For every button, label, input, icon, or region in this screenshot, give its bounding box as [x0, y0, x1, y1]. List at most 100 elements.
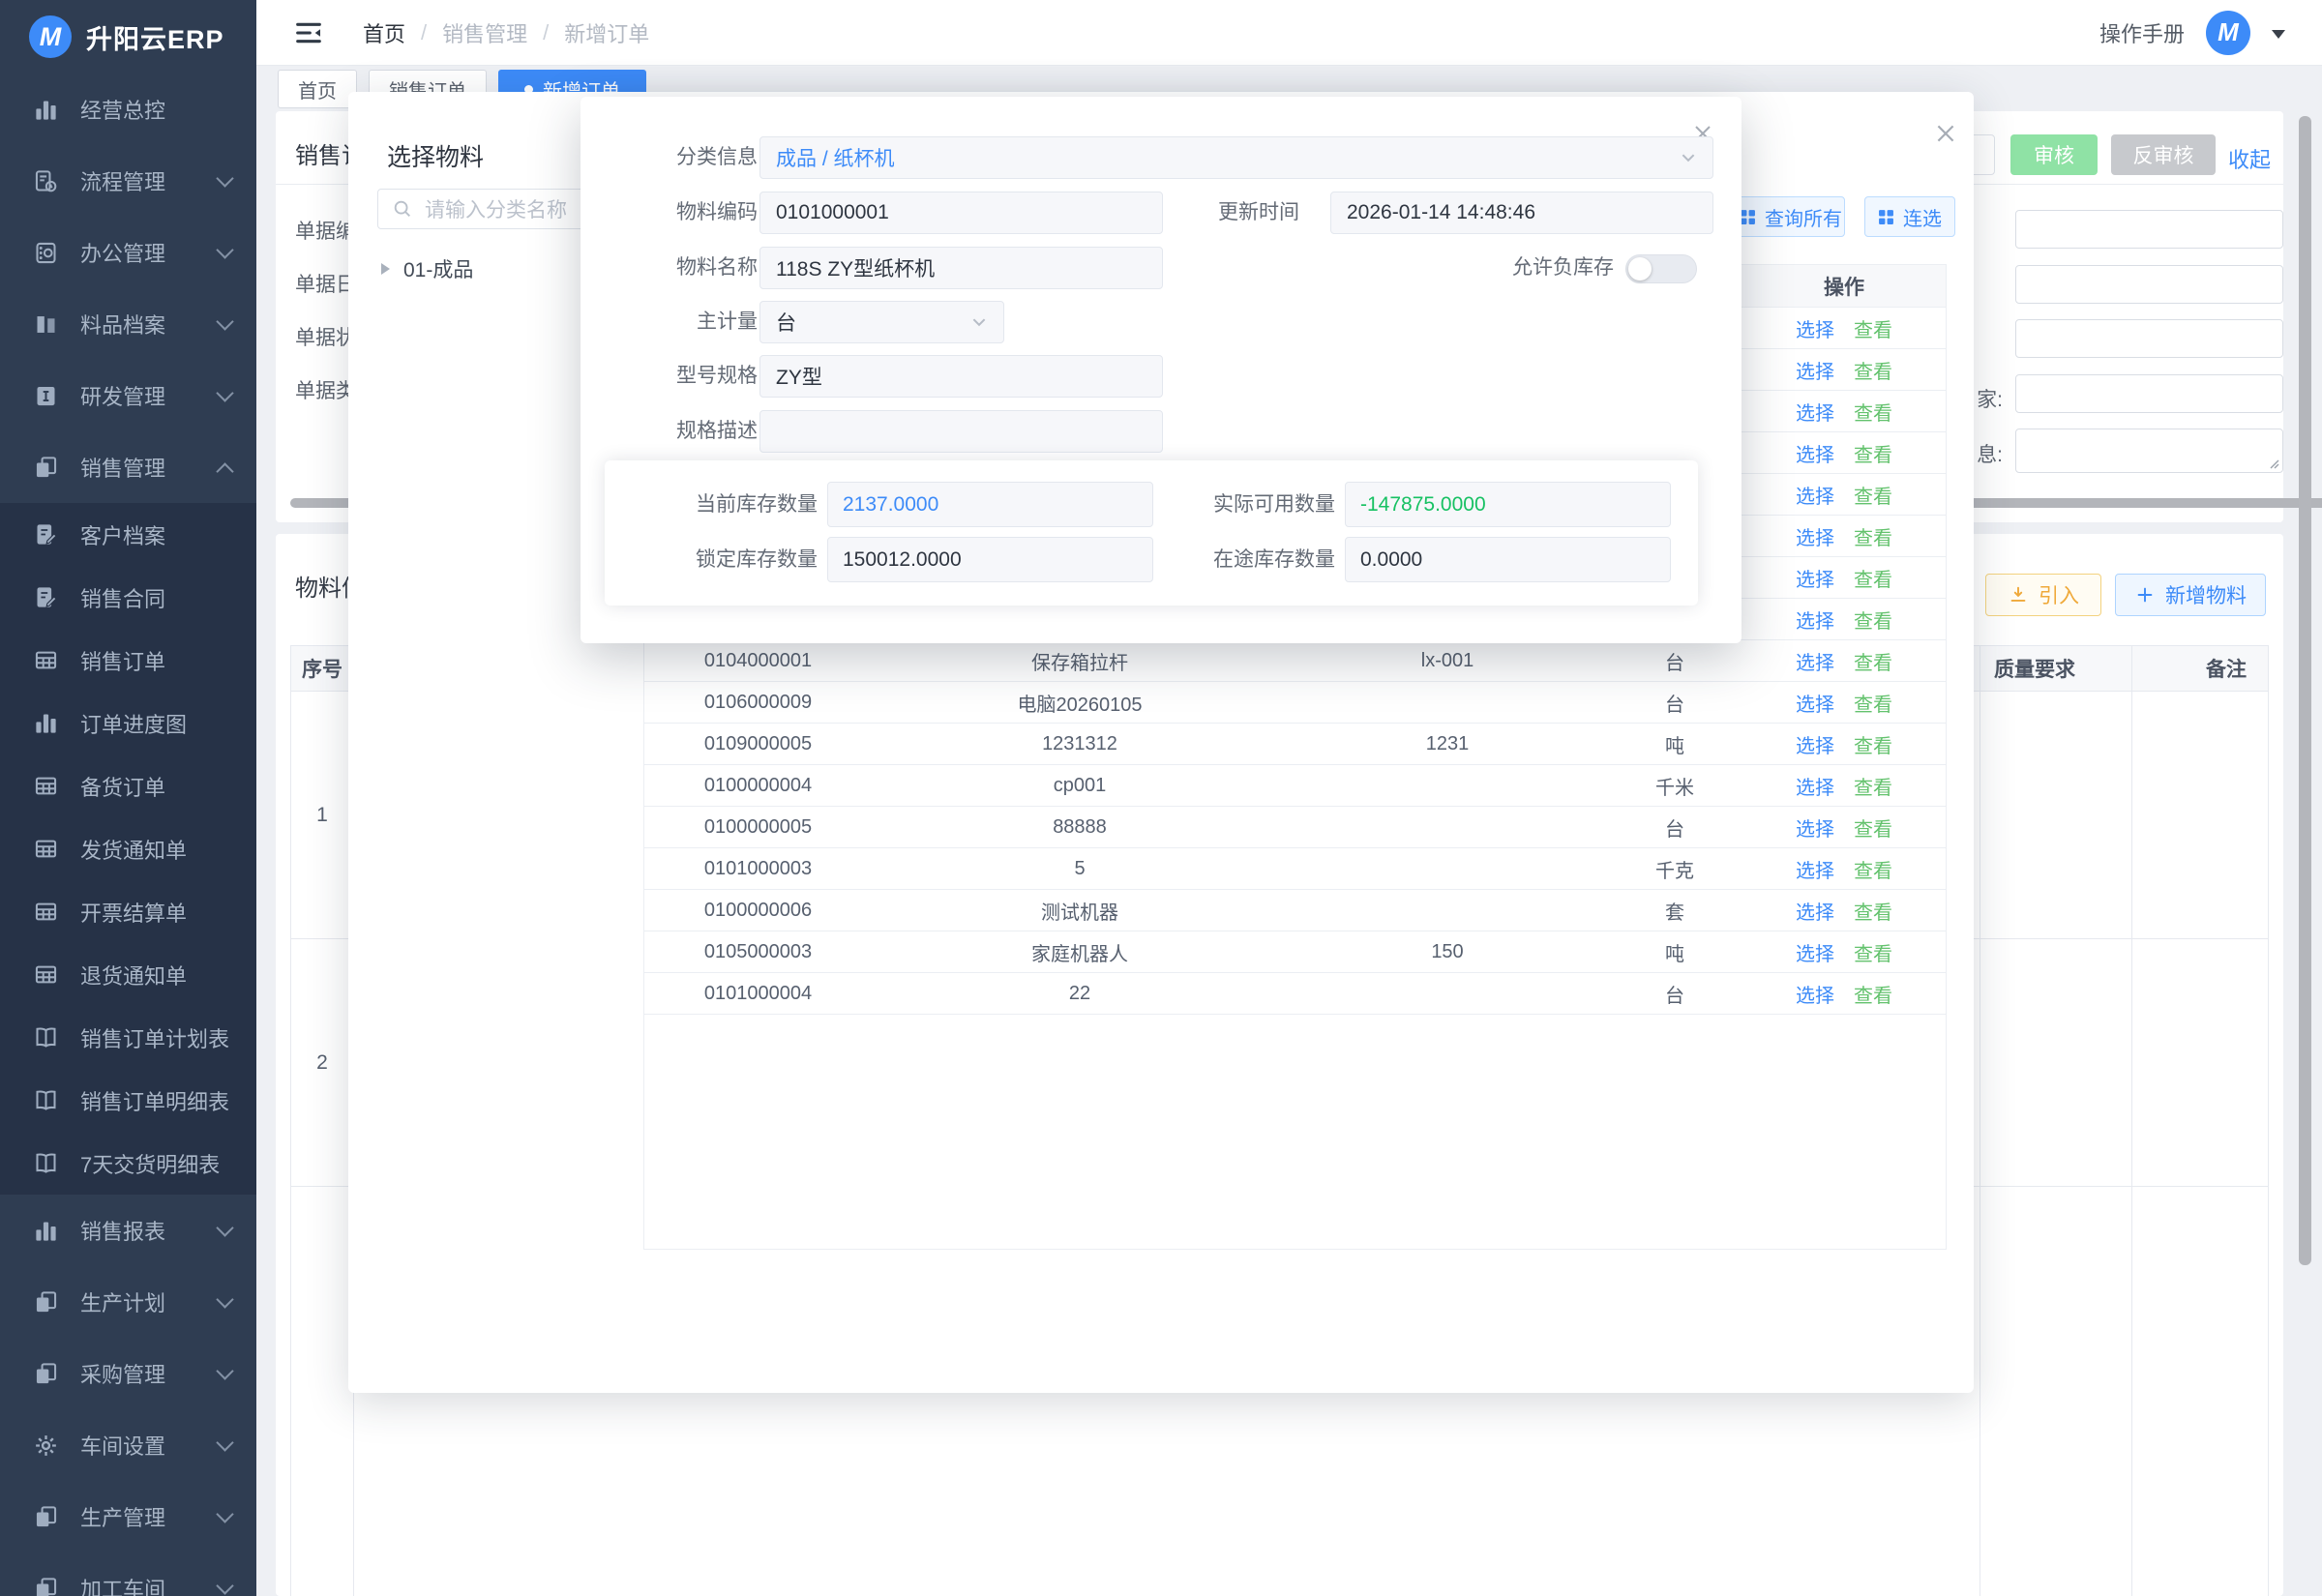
- multi-select-button[interactable]: 连选: [1864, 196, 1955, 237]
- view-link[interactable]: 查看: [1854, 439, 1892, 467]
- unit-select[interactable]: 台: [759, 301, 1004, 343]
- tab-home[interactable]: 首页: [278, 70, 357, 108]
- view-link[interactable]: 查看: [1854, 481, 1892, 509]
- query-all-button[interactable]: 查询所有: [1737, 196, 1845, 237]
- sidebar-item[interactable]: 经营总控: [0, 74, 256, 145]
- sidebar-item[interactable]: 销售报表: [0, 1195, 256, 1266]
- action-cell: 选择 查看: [1742, 640, 1946, 681]
- add-material-label: 新增物料: [2165, 580, 2247, 609]
- view-link[interactable]: 查看: [1854, 398, 1892, 426]
- sidebar-subitem[interactable]: 发货通知单: [0, 817, 256, 880]
- select-link[interactable]: 选择: [1796, 398, 1834, 426]
- locked-stock-input[interactable]: 150012.0000: [827, 537, 1153, 582]
- sidebar-subitem[interactable]: 7天交货明细表: [0, 1132, 256, 1195]
- tree-node-finished-goods[interactable]: 01-成品: [381, 254, 473, 283]
- view-link[interactable]: 查看: [1854, 314, 1892, 342]
- sidebar-item[interactable]: 料品档案: [0, 288, 256, 360]
- view-link[interactable]: 查看: [1854, 606, 1892, 634]
- code-cell: 0100000005: [644, 807, 872, 847]
- transit-stock-input[interactable]: 0.0000: [1345, 537, 1671, 582]
- view-link[interactable]: 查看: [1854, 772, 1892, 800]
- sidebar-subitem[interactable]: 销售订单: [0, 629, 256, 692]
- negative-stock-toggle[interactable]: [1625, 254, 1697, 283]
- sidebar-item[interactable]: 研发管理: [0, 360, 256, 431]
- view-link[interactable]: 查看: [1854, 897, 1892, 925]
- sidebar-subitem[interactable]: 退货通知单: [0, 943, 256, 1006]
- sidebar-item[interactable]: 生产计划: [0, 1266, 256, 1338]
- collapse-link[interactable]: 收起: [2228, 143, 2271, 174]
- current-stock-input[interactable]: 2137.0000: [827, 482, 1153, 527]
- logo-m-icon: M: [29, 15, 72, 58]
- select-link[interactable]: 选择: [1796, 564, 1834, 592]
- order-textarea-info[interactable]: [2015, 429, 2283, 473]
- resize-grip-icon[interactable]: [2266, 456, 2279, 469]
- sidebar-subitem[interactable]: 客户档案: [0, 503, 256, 566]
- view-link[interactable]: 查看: [1854, 564, 1892, 592]
- sidebar-subitem[interactable]: 销售合同: [0, 566, 256, 629]
- view-link[interactable]: 查看: [1854, 855, 1892, 883]
- sidebar-item[interactable]: 销售管理: [0, 431, 256, 503]
- select-link[interactable]: 选择: [1796, 813, 1834, 842]
- view-link[interactable]: 查看: [1854, 938, 1892, 966]
- view-link[interactable]: 查看: [1854, 980, 1892, 1008]
- view-link[interactable]: 查看: [1854, 356, 1892, 384]
- select-link[interactable]: 选择: [1796, 356, 1834, 384]
- view-link[interactable]: 查看: [1854, 689, 1892, 717]
- select-link[interactable]: 选择: [1796, 689, 1834, 717]
- close-icon[interactable]: [1933, 121, 1958, 146]
- sidebar-item[interactable]: 流程管理: [0, 145, 256, 217]
- sidebar-item[interactable]: 生产管理: [0, 1481, 256, 1552]
- spec-input[interactable]: [759, 410, 1163, 453]
- sidebar-item[interactable]: 办公管理: [0, 217, 256, 288]
- select-link[interactable]: 选择: [1796, 439, 1834, 467]
- select-link[interactable]: 选择: [1796, 606, 1834, 634]
- order-input-3[interactable]: [2015, 319, 2283, 358]
- sidebar-subitem[interactable]: 销售订单明细表: [0, 1069, 256, 1132]
- available-stock-input[interactable]: -147875.0000: [1345, 482, 1671, 527]
- flow-icon: [33, 168, 59, 194]
- select-link[interactable]: 选择: [1796, 855, 1834, 883]
- caret-down-icon[interactable]: [2272, 30, 2285, 45]
- user-avatar[interactable]: M: [2206, 11, 2250, 55]
- audit-button[interactable]: 审核: [2010, 134, 2098, 175]
- select-link[interactable]: 选择: [1796, 522, 1834, 550]
- import-button[interactable]: 引入: [1985, 574, 2101, 616]
- view-link[interactable]: 查看: [1854, 522, 1892, 550]
- menu-fold-icon[interactable]: [293, 17, 324, 48]
- sidebar-item[interactable]: 车间设置: [0, 1409, 256, 1481]
- code-input[interactable]: 0101000001: [759, 192, 1163, 234]
- select-link[interactable]: 选择: [1796, 314, 1834, 342]
- model-input[interactable]: ZY型: [759, 355, 1163, 398]
- unaudit-button[interactable]: 反审核: [2111, 134, 2216, 175]
- order-input-2[interactable]: [2015, 265, 2283, 304]
- category-select[interactable]: 成品 / 纸杯机: [759, 136, 1713, 179]
- select-link[interactable]: 选择: [1796, 897, 1834, 925]
- select-link[interactable]: 选择: [1796, 481, 1834, 509]
- view-link[interactable]: 查看: [1854, 730, 1892, 758]
- breadcrumb-new-order[interactable]: 新增订单: [564, 17, 649, 48]
- sidebar-subitem-label: 7天交货明细表: [80, 1148, 231, 1179]
- add-material-button[interactable]: 新增物料: [2115, 574, 2266, 616]
- breadcrumb-sales[interactable]: 销售管理: [442, 17, 527, 48]
- manual-link[interactable]: 操作手册: [2099, 17, 2185, 48]
- name-input[interactable]: 118S ZY型纸杯机: [759, 247, 1163, 289]
- sidebar-subitem[interactable]: 销售订单计划表: [0, 1006, 256, 1069]
- view-link[interactable]: 查看: [1854, 813, 1892, 842]
- breadcrumb-home[interactable]: 首页: [363, 17, 405, 48]
- select-link[interactable]: 选择: [1796, 980, 1834, 1008]
- order-input-1[interactable]: [2015, 210, 2283, 249]
- select-link[interactable]: 选择: [1796, 730, 1834, 758]
- doc-edit-icon: [33, 521, 59, 547]
- updated-input[interactable]: 2026-01-14 14:48:46: [1330, 192, 1713, 234]
- select-link[interactable]: 选择: [1796, 938, 1834, 966]
- sidebar-item[interactable]: 采购管理: [0, 1338, 256, 1409]
- sidebar-subitem[interactable]: 开票结算单: [0, 880, 256, 943]
- order-input-country[interactable]: [2015, 374, 2283, 413]
- select-link[interactable]: 选择: [1796, 772, 1834, 800]
- view-link[interactable]: 查看: [1854, 647, 1892, 675]
- vertical-scrollbar[interactable]: [2299, 116, 2311, 1265]
- select-link[interactable]: 选择: [1796, 647, 1834, 675]
- sidebar-item[interactable]: 加工车间: [0, 1552, 256, 1596]
- sidebar-subitem[interactable]: 备货订单: [0, 754, 256, 817]
- sidebar-subitem[interactable]: 订单进度图: [0, 692, 256, 754]
